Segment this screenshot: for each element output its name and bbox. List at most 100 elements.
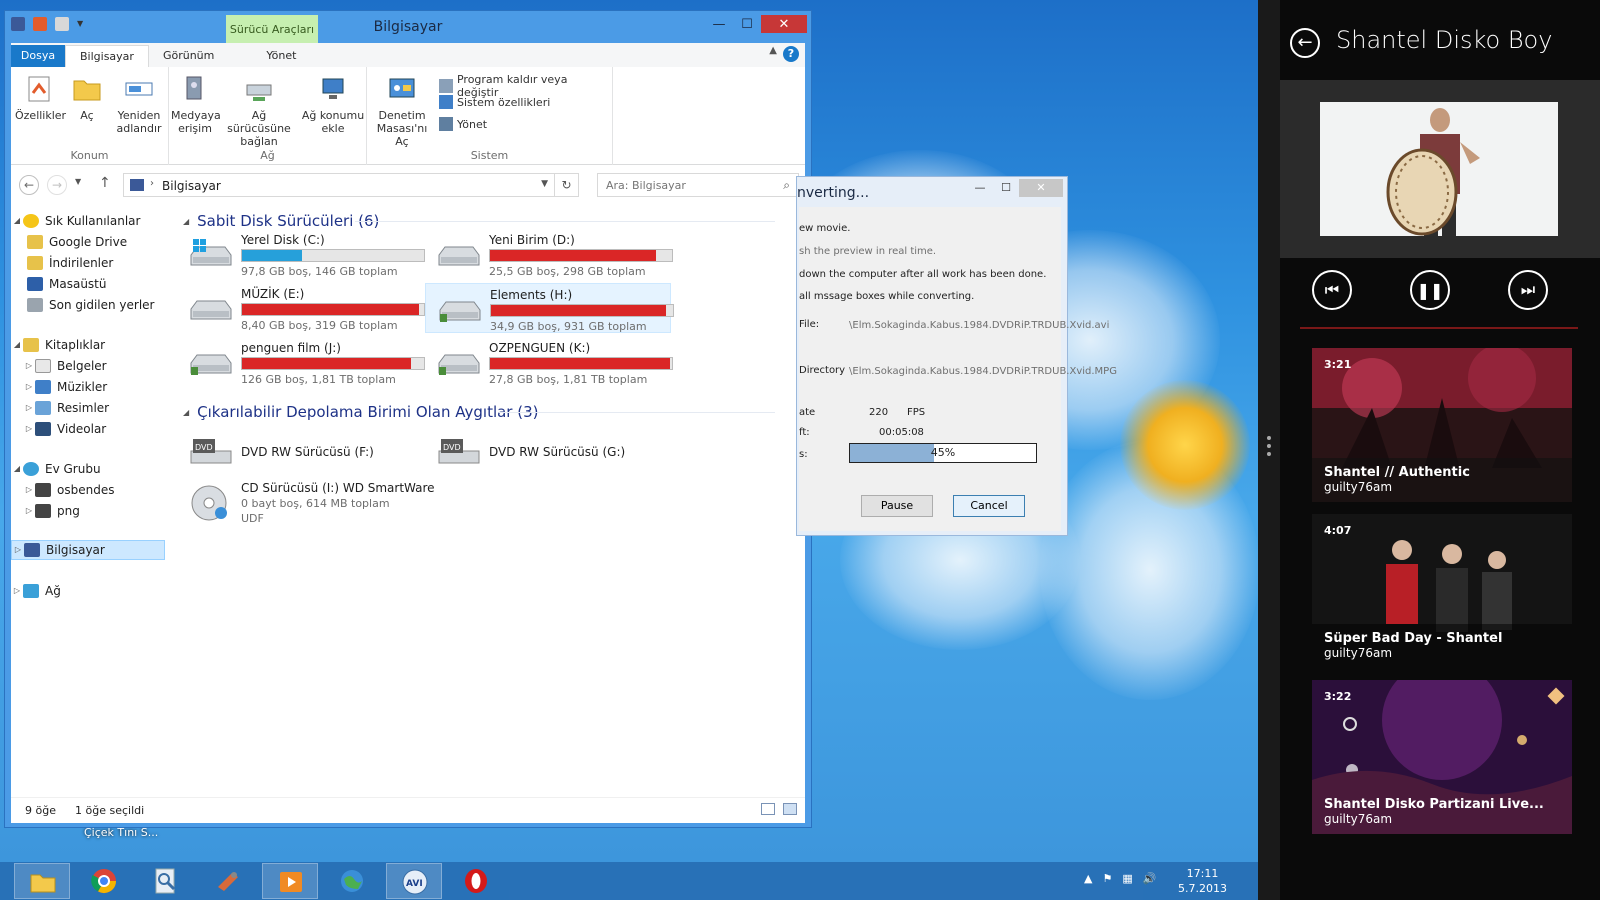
drive-dvd-f[interactable]: DVD DVD RW Sürücüsü (F:) (177, 427, 423, 477)
nav-item-pictures[interactable]: ▷ Resimler (23, 398, 109, 418)
group-header-hard-drives[interactable]: ◢ Sabit Disk Sürücüleri (6) (183, 212, 379, 230)
minimize-button[interactable]: — (967, 179, 993, 197)
video-duration: 4:07 (1324, 524, 1352, 537)
video-item[interactable]: 4:07 Süper Bad Day - Shantel guilty76am (1312, 514, 1572, 668)
nav-item-osbendes[interactable]: ▷ osbendes (23, 480, 114, 500)
tab-manage[interactable]: Yönet (252, 45, 310, 67)
chevron-down-icon[interactable]: ▼ (541, 179, 548, 189)
nav-item-google-drive[interactable]: Google Drive (27, 232, 127, 252)
show-hidden-icons-icon[interactable]: ▲ (1084, 872, 1092, 885)
option-new-movie[interactable]: ew movie. (799, 223, 850, 234)
video-frame[interactable] (1320, 102, 1558, 236)
tab-view[interactable]: Görünüm (149, 45, 228, 67)
pause-button[interactable]: ❚❚ (1410, 270, 1450, 310)
taskbar-avi-converter[interactable]: AVI (386, 863, 442, 899)
tab-computer[interactable]: Bilgisayar (65, 45, 149, 67)
snap-splitter[interactable] (1258, 0, 1280, 900)
minimize-button[interactable]: — (705, 15, 733, 33)
maximize-button[interactable]: ☐ (733, 15, 761, 33)
divider (1300, 327, 1578, 329)
opera-icon (465, 869, 487, 893)
collapse-ribbon-icon[interactable]: ▲ (769, 45, 777, 56)
video-item[interactable]: 3:22 Shantel Disko Partizani Live... gui… (1312, 680, 1572, 834)
close-button[interactable]: ✕ (761, 15, 807, 33)
taskbar-tool[interactable] (200, 863, 256, 899)
network-icon[interactable]: ▦ (1122, 872, 1132, 885)
drive-tile[interactable]: MÜZİK (E:) 8,40 GB boş, 319 GB toplam (177, 283, 425, 333)
flag-icon[interactable]: ⚑ (1102, 872, 1112, 885)
large-icons-view-icon[interactable] (783, 803, 797, 815)
previous-button[interactable]: ⏮ (1312, 270, 1352, 310)
videos-icon (35, 422, 51, 436)
drive-tile[interactable]: Yerel Disk (C:) 97,8 GB boş, 146 GB topla… (177, 229, 425, 279)
rename-icon (125, 82, 153, 96)
address-path-text: Bilgisayar (162, 179, 221, 193)
nav-libraries[interactable]: ◢ Kitaplıklar (11, 335, 105, 355)
media-access-button[interactable]: Medyaya erişim (171, 73, 221, 135)
add-network-location-button[interactable]: Ağ konumu ekle (301, 73, 365, 135)
tab-file[interactable]: Dosya (11, 45, 65, 67)
drive-free-space: 97,8 GB boş, 146 GB toplam (241, 265, 398, 278)
search-icon[interactable]: ⌕ (783, 178, 790, 193)
drive-cd-i[interactable]: CD Sürücüsü (I:) WD SmartWare 0 bayt boş… (177, 477, 435, 531)
cancel-button[interactable]: Cancel (953, 495, 1025, 517)
search-input[interactable] (598, 174, 768, 196)
back-button[interactable]: ← (1290, 28, 1320, 58)
nav-item-downloads[interactable]: İndirilenler (27, 253, 113, 273)
taskbar-opera[interactable] (448, 863, 504, 899)
collapse-arrow-icon[interactable]: ◢ (183, 408, 189, 417)
option-shutdown[interactable]: down the computer after all work has bee… (799, 269, 1046, 280)
recent-locations-chevron-icon[interactable]: ▼ (75, 177, 81, 186)
taskbar-globe[interactable] (324, 863, 380, 899)
nav-favorites[interactable]: ◢ Sık Kullanılanlar (11, 211, 140, 231)
nav-item-music[interactable]: ▷ Müzikler (23, 377, 107, 397)
maximize-button[interactable]: ☐ (993, 179, 1019, 197)
nav-item-png[interactable]: ▷ png (23, 501, 80, 521)
option-preview[interactable]: sh the preview in real time. (799, 246, 936, 257)
nav-item-documents[interactable]: ▷ Belgeler (23, 356, 107, 376)
video-item[interactable]: 3:21 Shantel // Authentic guilty76am (1312, 348, 1572, 502)
next-button[interactable]: ⏭ (1508, 270, 1548, 310)
volume-icon[interactable]: 🔊 (1143, 872, 1157, 885)
clock[interactable]: 17:11 5.7.2013 (1178, 866, 1227, 896)
refresh-button[interactable]: ↻ (555, 173, 579, 197)
forward-button[interactable]: → (47, 175, 67, 195)
nav-computer[interactable]: ▷ Bilgisayar (11, 540, 165, 560)
drive-tile[interactable]: Yeni Birim (D:) 25,5 GB boş, 298 GB topla… (425, 229, 673, 279)
rename-button[interactable]: Yeniden adlandır (111, 73, 167, 135)
drive-tile[interactable]: penguen film (J:) 126 GB boş, 1,81 TB top… (177, 337, 425, 387)
splitter-handle-icon[interactable] (1267, 436, 1271, 460)
taskbar-search[interactable] (138, 863, 194, 899)
control-panel-button[interactable]: Denetim Masası'nı Aç (369, 73, 435, 148)
drive-dvd-g[interactable]: DVD DVD RW Sürücüsü (G:) (425, 427, 671, 477)
properties-button[interactable]: Özellikler (15, 73, 66, 122)
drive-tile[interactable]: OZPENGUEN (K:) 27,8 GB boş, 1,81 TB topla… (425, 337, 673, 387)
taskbar-chrome[interactable] (76, 863, 132, 899)
taskbar-file-explorer[interactable] (14, 863, 70, 899)
nav-item-recent-places[interactable]: Son gidilen yerler (27, 295, 155, 315)
group-header-removable[interactable]: ◢ Çıkarılabilir Depolama Birimi Olan Ayg… (183, 403, 539, 421)
taskbar-media-player[interactable] (262, 863, 318, 899)
nav-homegroup[interactable]: ◢ Ev Grubu (11, 459, 101, 479)
nav-network[interactable]: ▷ Ağ (11, 581, 61, 601)
collapse-arrow-icon[interactable]: ◢ (183, 217, 189, 226)
option-message-boxes[interactable]: all mssage boxes while converting. (799, 291, 974, 302)
file-path: \Elm.Sokaginda.Kabus.1984.DVDRiP.TRDUB.X… (849, 320, 1110, 331)
pause-button[interactable]: Pause (861, 495, 933, 517)
close-button[interactable]: ✕ (1019, 179, 1063, 197)
system-properties-button[interactable]: Sistem özellikleri (439, 95, 550, 109)
back-button[interactable]: ← (19, 175, 39, 195)
details-view-icon[interactable] (761, 803, 775, 815)
map-drive-button[interactable]: Ağ sürücüsüne bağlan (221, 73, 297, 148)
help-icon[interactable]: ? (783, 46, 799, 62)
title-bar[interactable]: ▼ Sürücü Araçları Bilgisayar — ☐ ✕ (5, 11, 811, 43)
rename-label: Yeniden adlandır (116, 109, 162, 135)
open-button[interactable]: Aç (67, 73, 107, 122)
up-arrow-icon[interactable]: ↑ (99, 175, 111, 191)
nav-item-desktop[interactable]: Masaüstü (27, 274, 106, 294)
address-path[interactable]: › Bilgisayar ▼ (123, 173, 555, 197)
nav-item-videos[interactable]: ▷ Videolar (23, 419, 106, 439)
drive-tile[interactable]: Elements (H:) 34,9 GB boş, 931 GB toplam (425, 283, 674, 333)
manage-button[interactable]: Yönet (439, 117, 487, 131)
video-player[interactable] (1280, 80, 1600, 258)
